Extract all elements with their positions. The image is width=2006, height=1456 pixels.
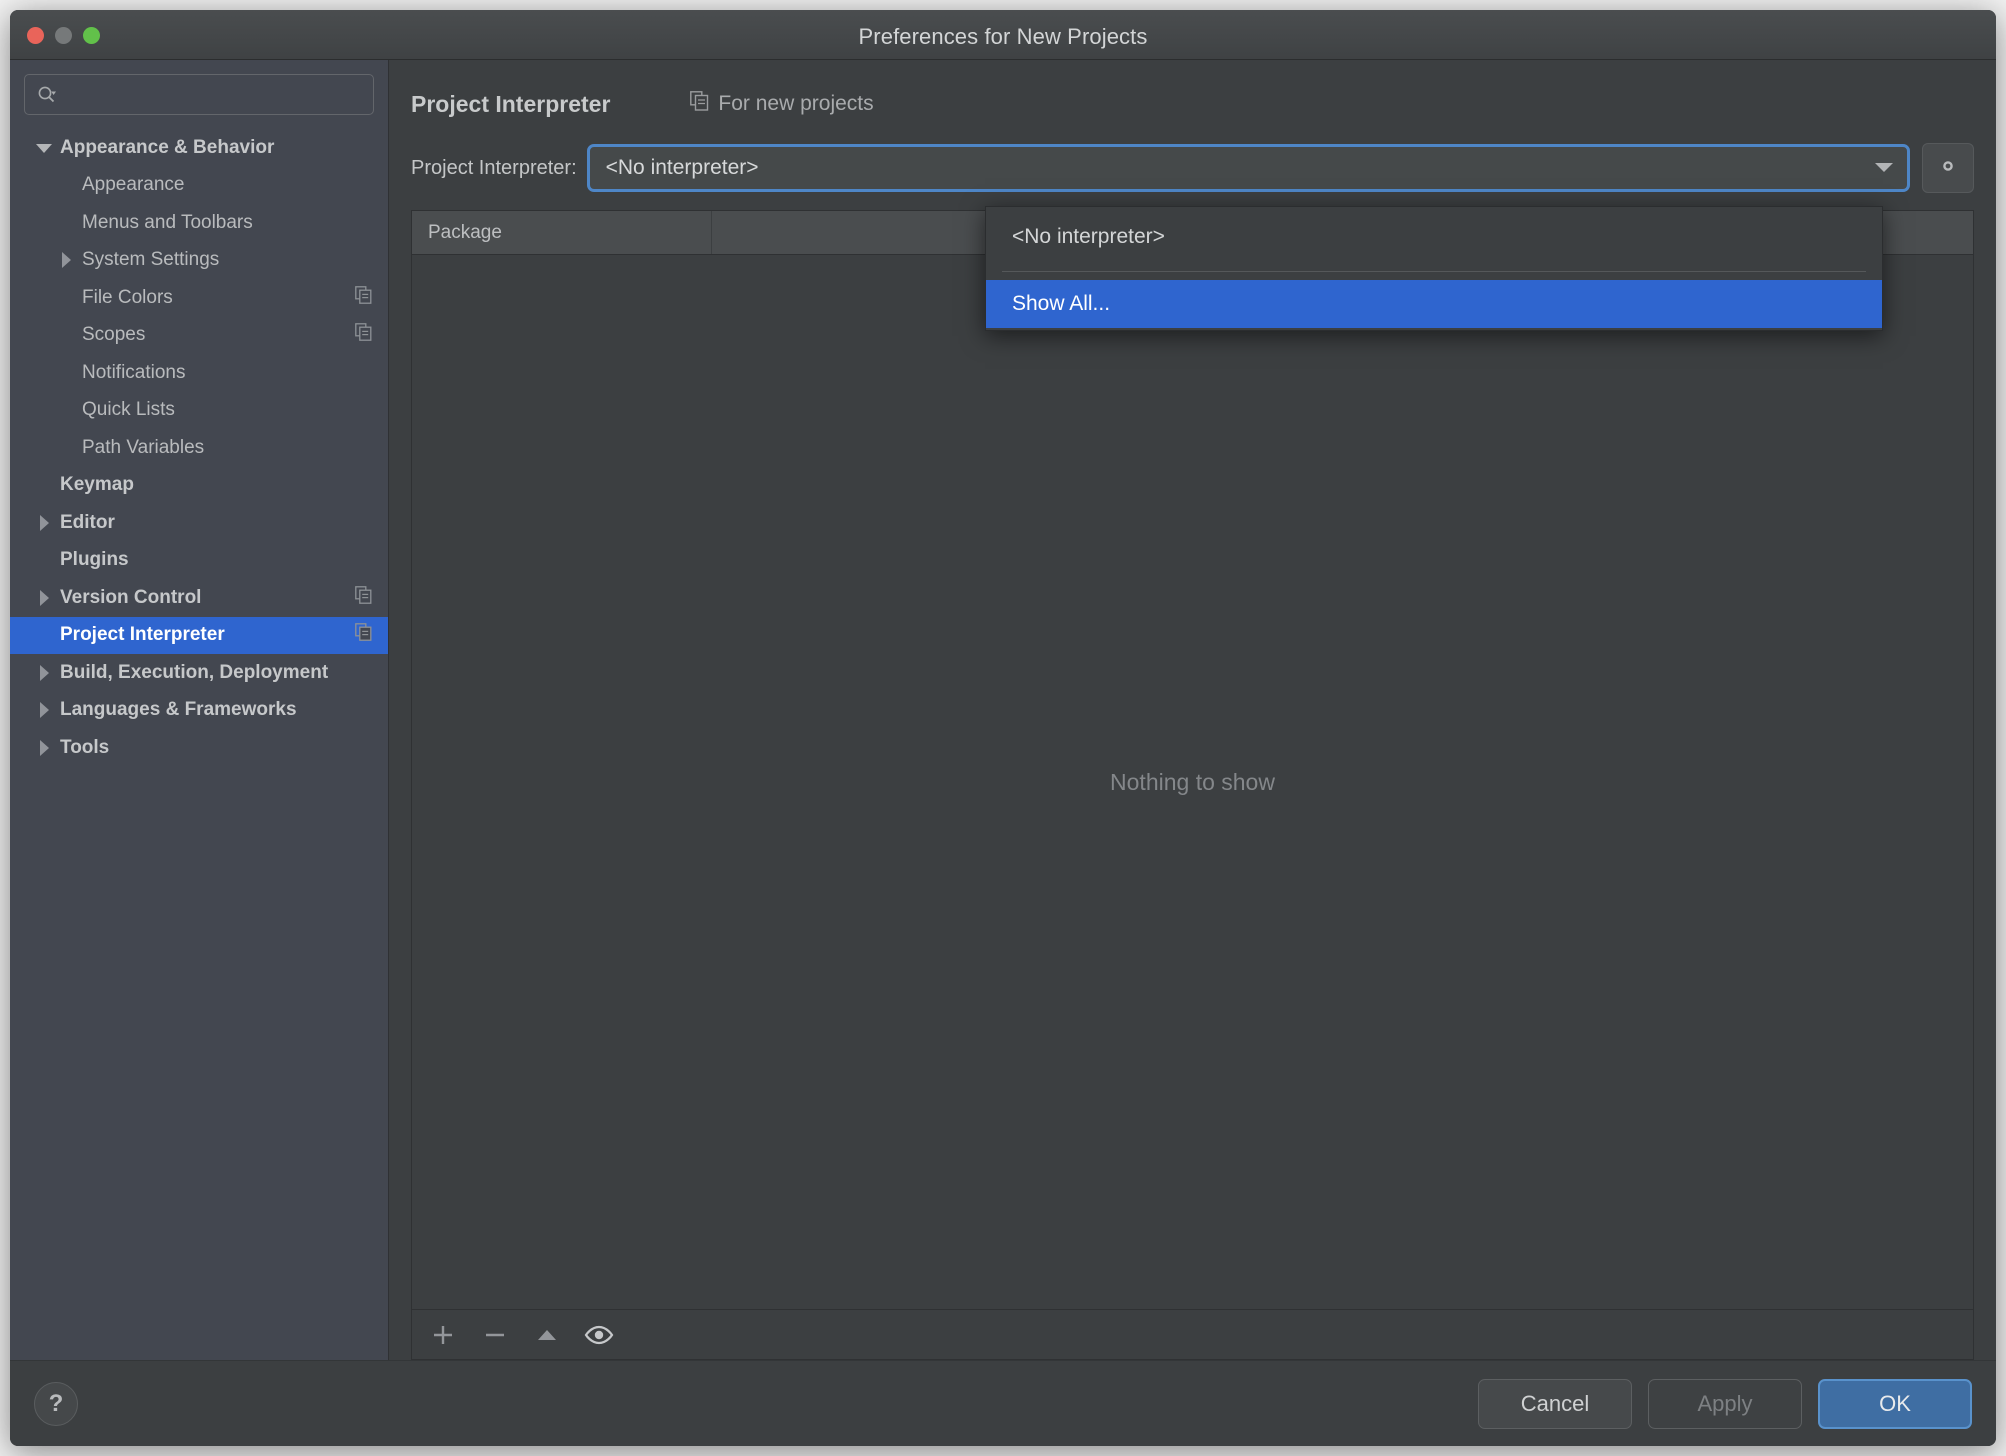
- sidebar-item-label: System Settings: [82, 249, 220, 271]
- main-panel: Project Interpreter For new projects Pro…: [389, 60, 1996, 1360]
- packages-toolbar: [412, 1309, 1973, 1359]
- sidebar-item-system-settings[interactable]: System Settings: [10, 242, 388, 280]
- settings-tree: Appearance & Behavior Appearance Menus and…: [10, 125, 388, 1360]
- apply-button[interactable]: Apply: [1648, 1378, 1802, 1429]
- interpreter-row: Project Interpreter: <No interpreter>: [389, 140, 1996, 196]
- scope-label: For new projects: [718, 92, 874, 115]
- sidebar-search-wrap: [10, 60, 388, 125]
- packages-column-package[interactable]: Package: [412, 211, 712, 254]
- sidebar-item-tools[interactable]: Tools: [10, 729, 388, 767]
- search-input[interactable]: [61, 84, 373, 105]
- sidebar-item-label: Version Control: [60, 586, 202, 608]
- sidebar-item-version-control[interactable]: Version Control: [10, 579, 388, 617]
- sidebar-item-label: Tools: [60, 736, 110, 758]
- interpreter-combobox[interactable]: <No interpreter>: [586, 144, 1910, 192]
- gear-icon: [1934, 152, 1962, 185]
- sidebar-item-file-colors[interactable]: File Colors: [10, 279, 388, 317]
- sidebar-item-label: Appearance: [82, 174, 185, 196]
- sidebar-item-notifications[interactable]: Notifications: [10, 354, 388, 392]
- empty-state-text: Nothing to show: [1110, 768, 1275, 795]
- sidebar-item-menus-and-toolbars[interactable]: Menus and Toolbars: [10, 204, 388, 242]
- interpreter-dropdown-popup: <No interpreter> Show All...: [985, 206, 1883, 331]
- interpreter-settings-button[interactable]: [1922, 143, 1974, 193]
- dropdown-item-show-all[interactable]: Show All...: [986, 280, 1882, 328]
- chevron-right-icon[interactable]: [52, 251, 80, 269]
- sidebar-item-build-execution-deployment[interactable]: Build, Execution, Deployment: [10, 654, 388, 692]
- window-titlebar: Preferences for New Projects: [10, 10, 1996, 60]
- copy-icon: [355, 285, 372, 310]
- sidebar-item-label: Scopes: [82, 324, 146, 346]
- sidebar-item-editor[interactable]: Editor: [10, 504, 388, 542]
- scope-indicator: For new projects: [690, 91, 874, 117]
- sidebar-item-label: Languages & Frameworks: [60, 699, 297, 721]
- copy-icon: [690, 91, 709, 117]
- interpreter-value: <No interpreter>: [605, 156, 759, 179]
- dialog-footer: ? Cancel Apply OK: [10, 1360, 1996, 1446]
- window-title: Preferences for New Projects: [858, 24, 1148, 49]
- chevron-down-icon[interactable]: [1873, 156, 1895, 180]
- preferences-window: Preferences for New Projects Appearance: [10, 10, 1996, 1446]
- sidebar-item-label: File Colors: [82, 286, 173, 308]
- chevron-right-icon[interactable]: [30, 664, 58, 682]
- sidebar-item-project-interpreter[interactable]: Project Interpreter: [10, 616, 388, 654]
- search-box[interactable]: [24, 74, 374, 115]
- sidebar-item-label: Keymap: [60, 474, 134, 496]
- chevron-right-icon[interactable]: [30, 589, 58, 607]
- copy-icon: [355, 623, 372, 647]
- dropdown-separator: [1002, 271, 1866, 272]
- sidebar-item-label: Notifications: [82, 361, 186, 383]
- copy-icon: [355, 585, 372, 610]
- main-header: Project Interpreter For new projects: [389, 60, 1996, 126]
- sidebar-item-label: Project Interpreter: [60, 624, 225, 646]
- show-early-releases-button[interactable]: [584, 1320, 614, 1350]
- add-package-button[interactable]: [428, 1320, 458, 1350]
- packages-panel: Package Nothing to show: [411, 210, 1974, 1360]
- packages-body: Nothing to show: [412, 255, 1973, 1309]
- sidebar-item-appearance[interactable]: Appearance: [10, 167, 388, 205]
- sidebar-item-quick-lists[interactable]: Quick Lists: [10, 392, 388, 430]
- settings-sidebar: Appearance & Behavior Appearance Menus and…: [10, 60, 389, 1360]
- chevron-right-icon[interactable]: [30, 739, 58, 757]
- copy-icon: [355, 323, 372, 347]
- sidebar-item-appearance-behavior[interactable]: Appearance & Behavior: [10, 129, 388, 167]
- search-icon: [37, 85, 57, 105]
- sidebar-item-label: Menus and Toolbars: [82, 211, 253, 233]
- dropdown-item-no-interpreter[interactable]: <No interpreter>: [986, 213, 1882, 261]
- chevron-down-icon[interactable]: [30, 141, 58, 155]
- sidebar-item-label: Editor: [60, 511, 115, 533]
- help-button[interactable]: ?: [34, 1381, 78, 1426]
- sidebar-item-label: Path Variables: [82, 436, 205, 458]
- sidebar-item-languages-frameworks[interactable]: Languages & Frameworks: [10, 692, 388, 730]
- cancel-button[interactable]: Cancel: [1478, 1378, 1632, 1429]
- sidebar-item-label: Quick Lists: [82, 399, 175, 421]
- sidebar-item-label: Build, Execution, Deployment: [60, 661, 329, 683]
- window-body: Appearance & Behavior Appearance Menus and…: [10, 60, 1996, 1360]
- chevron-right-icon[interactable]: [30, 701, 58, 719]
- sidebar-item-keymap[interactable]: Keymap: [10, 467, 388, 505]
- remove-package-button[interactable]: [480, 1320, 510, 1350]
- page-title: Project Interpreter: [411, 90, 611, 117]
- sidebar-item-scopes[interactable]: Scopes: [10, 317, 388, 355]
- chevron-right-icon[interactable]: [30, 514, 58, 532]
- interpreter-label: Project Interpreter:: [411, 156, 577, 179]
- ok-button[interactable]: OK: [1818, 1378, 1972, 1429]
- sidebar-item-path-variables[interactable]: Path Variables: [10, 429, 388, 467]
- sidebar-item-label: Appearance & Behavior: [60, 136, 275, 158]
- upgrade-package-button[interactable]: [532, 1320, 562, 1350]
- sidebar-item-plugins[interactable]: Plugins: [10, 542, 388, 580]
- sidebar-item-label: Plugins: [60, 549, 129, 571]
